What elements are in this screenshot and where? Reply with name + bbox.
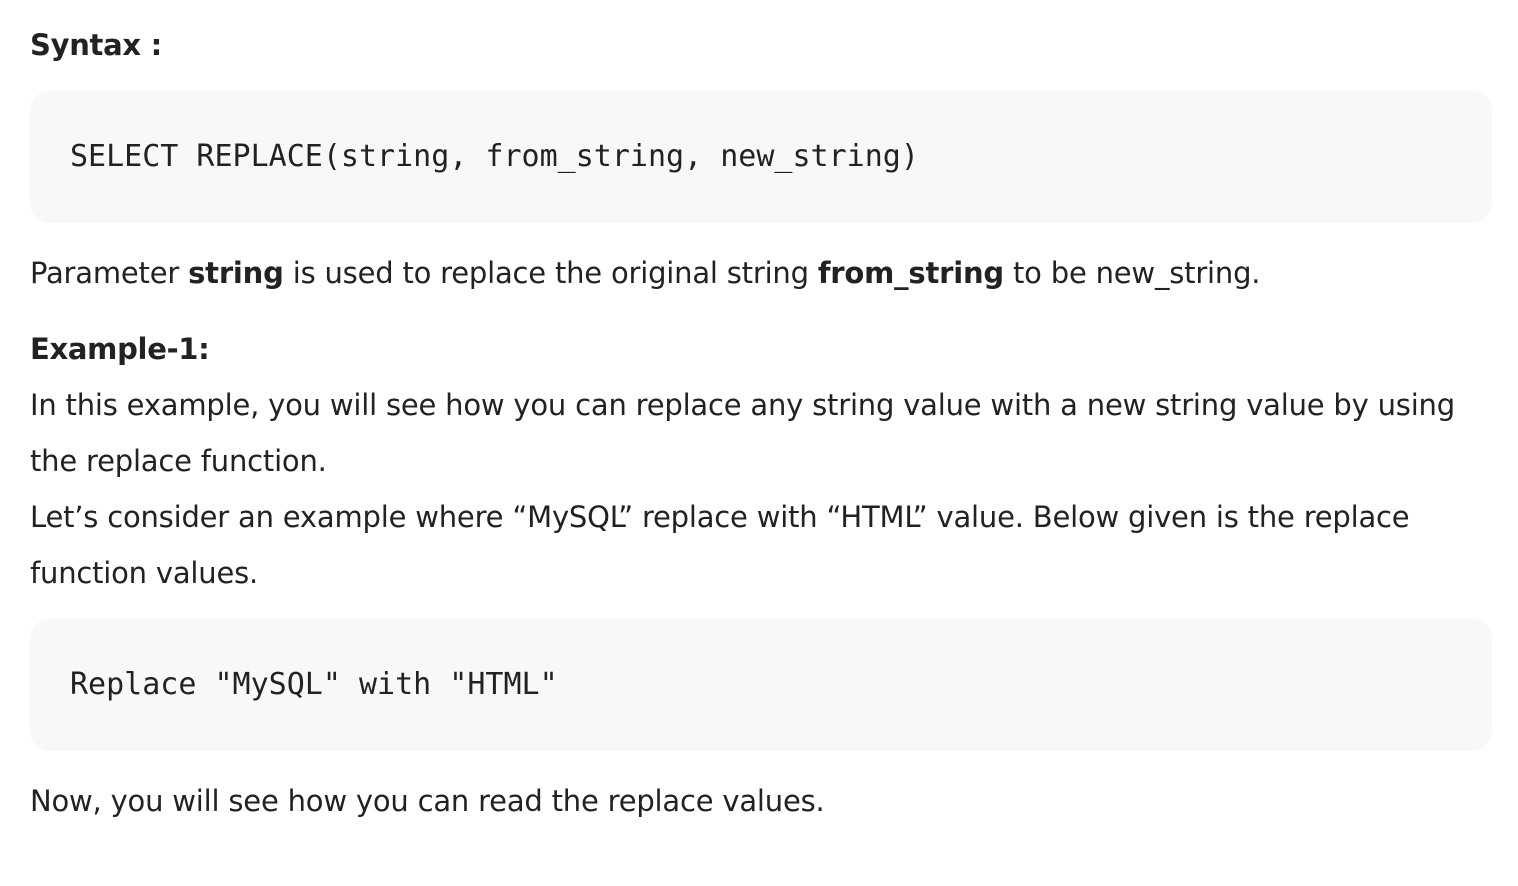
parameter-description: Parameter string is used to replace the … (30, 245, 1500, 301)
example-code-block: Replace "MySQL" with "HTML" (30, 619, 1492, 751)
param-from-string-bold: from_string (817, 256, 1004, 290)
syntax-heading: Syntax : (30, 28, 162, 62)
syntax-code: SELECT REPLACE(string, from_string, new_… (70, 139, 919, 174)
example-paragraph-1: In this example, you will see how you ca… (30, 388, 1455, 478)
param-middle: is used to replace the original string (283, 256, 818, 290)
example-paragraph-2: Let’s consider an example where “MySQL” … (30, 500, 1410, 590)
param-suffix: to be new_string. (1003, 256, 1261, 290)
syntax-code-block: SELECT REPLACE(string, from_string, new_… (30, 91, 1492, 223)
example-code: Replace "MySQL" with "HTML" (70, 667, 558, 702)
param-string-bold: string (188, 256, 284, 290)
example-heading: Example-1: (30, 332, 210, 366)
param-prefix: Parameter (30, 256, 189, 290)
closing-paragraph: Now, you will see how you can read the r… (30, 784, 825, 818)
